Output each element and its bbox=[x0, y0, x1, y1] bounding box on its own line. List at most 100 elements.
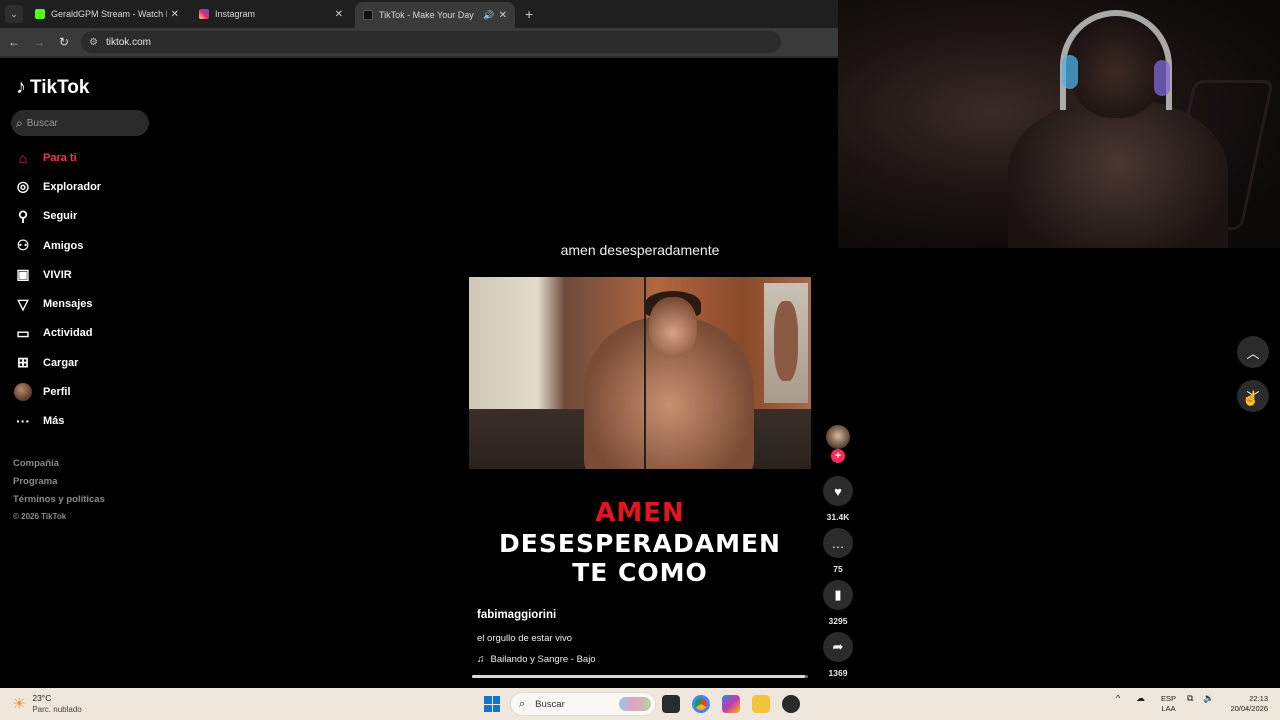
activity-icon: ▭ bbox=[16, 324, 30, 341]
copilot-icon[interactable] bbox=[722, 695, 740, 713]
footer-link-terms[interactable]: Términos y políticas bbox=[13, 494, 105, 512]
share-arrow-icon[interactable]: ➦ bbox=[823, 632, 853, 662]
sidebar-item-label: Actividad bbox=[43, 327, 93, 340]
tab-kick-stream[interactable]: GeraldGPM Stream - Watch Live ✕ bbox=[27, 0, 187, 28]
video-caption-top: amen desesperadamente bbox=[560, 242, 720, 258]
save-count: 3295 bbox=[828, 616, 848, 626]
task-view-icon[interactable] bbox=[662, 695, 680, 713]
sidebar-item-amigos[interactable]: ⚇ Amigos bbox=[14, 231, 101, 260]
reload-icon[interactable]: ↻ bbox=[53, 35, 75, 49]
instagram-favicon-icon bbox=[199, 9, 209, 19]
close-tab-icon[interactable]: ✕ bbox=[499, 10, 507, 21]
close-tab-icon[interactable]: ✕ bbox=[335, 9, 343, 20]
sidebar-item-mas[interactable]: ··· Más bbox=[14, 407, 101, 436]
sidebar-item-label: Seguir bbox=[43, 210, 78, 223]
live-icon: ▣ bbox=[16, 266, 30, 283]
sidebar-item-explorador[interactable]: ◎ Explorador bbox=[14, 172, 101, 201]
search-box[interactable]: ⌕ bbox=[11, 110, 149, 136]
kick-favicon-icon bbox=[35, 9, 45, 19]
weather-widget[interactable]: ☀ 23°C Parc. nublado bbox=[12, 693, 82, 715]
sidebar-item-actividad[interactable]: ▭ Actividad bbox=[14, 319, 101, 348]
search-icon: ⌕ bbox=[16, 115, 23, 130]
sidebar-item-mensajes[interactable]: ▽ Mensajes bbox=[14, 289, 101, 318]
chevron-up-icon[interactable]: ^ bbox=[1116, 693, 1120, 703]
lang-secondary: LAA bbox=[1161, 704, 1176, 713]
file-explorer-icon[interactable] bbox=[752, 695, 770, 713]
video-overlay-text: AMEN DESESPERADAMEN TE COMO bbox=[469, 497, 811, 587]
copyright: © 2026 TikTok bbox=[13, 512, 67, 521]
new-tab-button[interactable]: + bbox=[525, 6, 533, 22]
system-clock[interactable]: 22:13 20/04/2026 bbox=[1226, 694, 1268, 714]
partly-cloudy-icon: ☀ bbox=[12, 696, 27, 713]
chrome-icon[interactable] bbox=[692, 695, 710, 713]
clock-date: 20/04/2026 bbox=[1230, 704, 1268, 713]
taskbar-search-label: Buscar bbox=[535, 698, 565, 710]
browser-toolbar: ← → ↻ ⚙ tiktok.com bbox=[0, 28, 838, 56]
like-action: ♥ 31.4K bbox=[823, 476, 853, 522]
overlay-white-line-1: DESESPERADAMEN bbox=[499, 529, 781, 558]
bookmark-icon[interactable]: ▮ bbox=[823, 580, 853, 610]
comment-count: 75 bbox=[833, 564, 843, 574]
video-progress-bar[interactable] bbox=[472, 675, 808, 678]
following-icon: ⚲ bbox=[17, 207, 29, 224]
tab-search-button[interactable]: ⌄ bbox=[5, 5, 23, 23]
site-info-icon[interactable]: ⚙ bbox=[89, 37, 98, 48]
sidebar-item-cargar[interactable]: ⊞ Cargar bbox=[14, 348, 101, 377]
input-language[interactable]: ESP LAA bbox=[1161, 694, 1176, 714]
video-player[interactable] bbox=[469, 277, 811, 469]
more-icon: ··· bbox=[16, 413, 30, 430]
previous-video-button[interactable]: ︿ bbox=[1237, 336, 1269, 368]
browser-tab-bar: ⌄ GeraldGPM Stream - Watch Live ✕ Instag… bbox=[0, 0, 838, 28]
hand-cursor-icon: ☝ bbox=[1242, 390, 1260, 406]
sidebar-item-label: Explorador bbox=[43, 180, 102, 193]
sidebar-item-label: Para ti bbox=[43, 151, 77, 164]
tab-instagram[interactable]: Instagram ✕ bbox=[191, 0, 351, 28]
sidebar-item-label: Mensajes bbox=[43, 298, 93, 311]
sidebar-nav: ⌂ Para ti ◎ Explorador ⚲ Seguir ⚇ Amigos… bbox=[14, 143, 101, 436]
network-icon[interactable]: ⧉ bbox=[1187, 693, 1193, 704]
heart-icon[interactable]: ♥ bbox=[823, 476, 853, 506]
music-title: Bailando y Sangre - Bajo bbox=[490, 654, 596, 665]
tab-tiktok[interactable]: TikTok - Make Your Day 🔊 ✕ bbox=[355, 2, 515, 28]
footer-link-program[interactable]: Programa bbox=[13, 476, 105, 494]
share-action: ➦ 1369 bbox=[823, 632, 853, 678]
obs-icon[interactable] bbox=[782, 695, 800, 713]
profile-avatar bbox=[14, 383, 32, 402]
tab-title: GeraldGPM Stream - Watch Live bbox=[51, 9, 167, 19]
like-count: 31.4K bbox=[826, 512, 850, 522]
sidebar-item-para-ti[interactable]: ⌂ Para ti bbox=[14, 143, 101, 172]
creator-avatar[interactable] bbox=[826, 425, 850, 449]
comment-icon[interactable]: … bbox=[823, 528, 853, 558]
overlay-red-line: AMEN bbox=[595, 498, 685, 528]
close-tab-icon[interactable]: ✕ bbox=[171, 9, 179, 20]
volume-icon[interactable]: 🔉 bbox=[1203, 693, 1214, 704]
video-progress-fill bbox=[472, 675, 805, 678]
share-count: 1369 bbox=[828, 668, 848, 678]
sidebar-item-seguir[interactable]: ⚲ Seguir bbox=[14, 202, 101, 231]
upload-icon: ⊞ bbox=[17, 354, 29, 371]
url-text: tiktok.com bbox=[105, 36, 151, 48]
tiktok-logo[interactable]: ♪ TikTok bbox=[16, 76, 89, 99]
forward-arrow-icon[interactable]: → bbox=[28, 35, 50, 49]
search-input[interactable] bbox=[26, 117, 137, 129]
search-icon: ⌕ bbox=[519, 697, 526, 710]
music-note-icon: ♫ bbox=[477, 654, 485, 665]
taskbar-search[interactable]: ⌕ Buscar bbox=[510, 692, 656, 716]
compass-icon: ◎ bbox=[16, 178, 30, 195]
sidebar-item-perfil[interactable]: Perfil bbox=[14, 377, 101, 406]
onedrive-cloud-icon[interactable]: ☁ bbox=[1136, 693, 1145, 704]
windows-start-icon[interactable] bbox=[484, 696, 500, 712]
address-bar[interactable]: ⚙ tiktok.com bbox=[81, 31, 781, 53]
video-music[interactable]: ♫ Bailando y Sangre - Bajo bbox=[477, 654, 596, 665]
sidebar-item-label: Amigos bbox=[43, 239, 84, 252]
save-action: ▮ 3295 bbox=[823, 580, 853, 626]
footer-link-company[interactable]: Compañía bbox=[13, 458, 105, 476]
back-arrow-icon[interactable]: ← bbox=[3, 35, 25, 49]
weather-condition: Parc. nublado bbox=[32, 705, 82, 714]
sidebar-footer: Compañía Programa Términos y políticas ©… bbox=[13, 458, 105, 521]
sidebar-item-vivir[interactable]: ▣ VIVIR bbox=[14, 260, 101, 289]
follow-plus-icon[interactable]: + bbox=[831, 449, 845, 463]
video-author[interactable]: fabimaggiorini bbox=[477, 609, 556, 621]
speaker-icon[interactable]: 🔊 bbox=[483, 10, 494, 21]
overlay-white-line-2: TE COMO bbox=[572, 558, 708, 587]
